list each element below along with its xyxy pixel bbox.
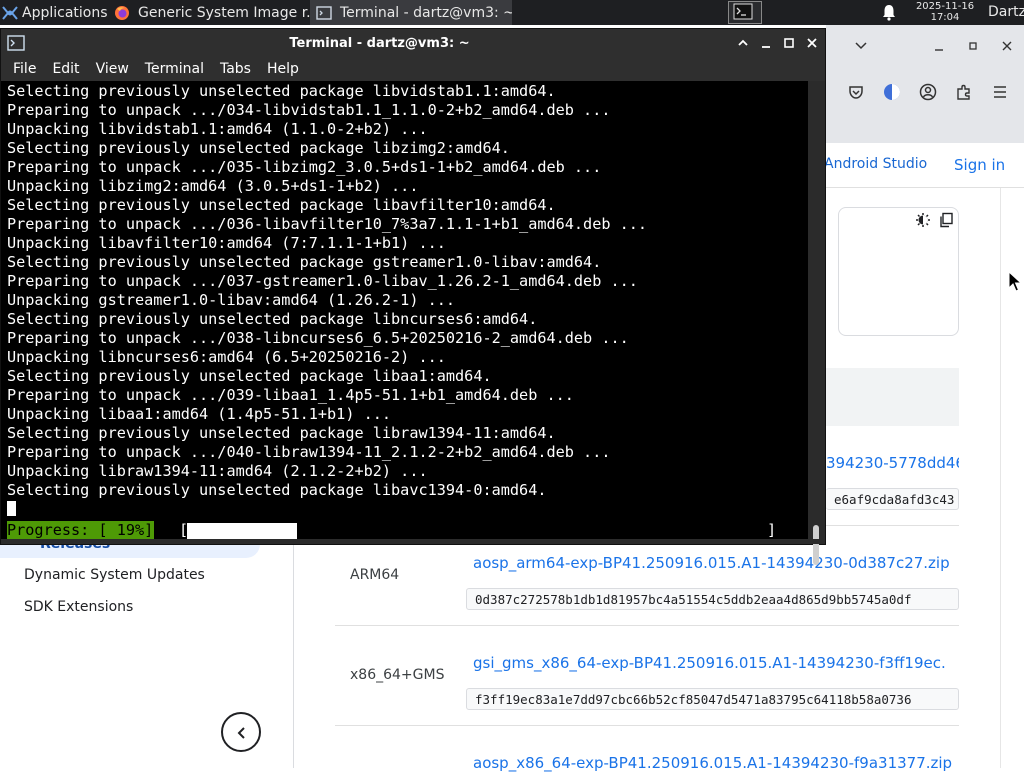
- terminal-window-border: [1, 539, 825, 544]
- scrollbar-thumb[interactable]: [813, 525, 819, 565]
- code-snippet-box: [838, 207, 959, 336]
- terminal-window: Terminal - dartz@vm3: ~ File Edit View T…: [0, 28, 826, 565]
- terminal-line: Unpacking gstreamer1.0-libav:amd64 (1.26…: [7, 291, 456, 309]
- taskbar-item-label: Terminal - dartz@vm3: ~: [340, 4, 512, 21]
- maximize-icon[interactable]: [966, 39, 980, 53]
- terminal-launcher-icon: [733, 3, 753, 20]
- extension-badge-icon[interactable]: [883, 83, 901, 101]
- mouse-pointer-icon: [1008, 271, 1022, 292]
- terminal-menubar: File Edit View Terminal Tabs Help: [1, 57, 825, 81]
- terminal-line: Unpacking libvidstab1.1:amd64 (1.1.0-2+b…: [7, 120, 428, 138]
- applications-label: Applications: [22, 4, 108, 21]
- firefox-icon: [115, 5, 129, 20]
- extensions-puzzle-icon[interactable]: [955, 83, 973, 101]
- terminal-line: Selecting previously unselected package …: [7, 82, 556, 100]
- terminal-icon: [316, 5, 332, 20]
- download-link[interactable]: 394230-5778dd46: [826, 454, 959, 472]
- terminal-line: Unpacking libncurses6:amd64 (6.5+2025021…: [7, 348, 446, 366]
- download-link[interactable]: aosp_arm64-exp-BP41.250916.015.A1-143942…: [473, 554, 959, 572]
- copy-icon[interactable]: [938, 212, 954, 228]
- account-icon[interactable]: [919, 83, 937, 101]
- downloads-table-header: [826, 368, 959, 426]
- terminal-line: Selecting previously unselected package …: [7, 310, 538, 328]
- page-edge-divider: [1000, 188, 1001, 768]
- sidebar-item-sdk-extensions[interactable]: SDK Extensions: [24, 599, 133, 615]
- menu-file[interactable]: File: [5, 61, 44, 77]
- taskbar-item-browser[interactable]: Generic System Image r...: [108, 0, 312, 25]
- notification-bell-icon[interactable]: [881, 4, 897, 21]
- browser-chrome: [826, 25, 1024, 143]
- terminal-line: Unpacking libzimg2:amd64 (3.0.5+ds1-1+b2…: [7, 177, 419, 195]
- applications-menu[interactable]: Applications: [0, 0, 112, 25]
- collapse-sidebar-button[interactable]: [221, 712, 261, 752]
- terminal-line: Selecting previously unselected package …: [7, 253, 602, 271]
- minimize-icon[interactable]: [932, 39, 946, 53]
- close-icon[interactable]: [1000, 39, 1014, 53]
- pocket-icon[interactable]: [847, 83, 865, 101]
- progress-bar-fill: [187, 523, 297, 539]
- taskbar-item-label: Generic System Image r...: [138, 4, 312, 21]
- terminal-line: Selecting previously unselected package …: [7, 196, 556, 214]
- terminal-line: Unpacking libraw1394-11:amd64 (2.1.2-2+b…: [7, 462, 428, 480]
- menu-edit[interactable]: Edit: [44, 61, 87, 77]
- terminal-scrollbar[interactable]: [808, 81, 825, 565]
- terminal-line: Preparing to unpack .../036-libavfilter1…: [7, 215, 648, 233]
- download-link[interactable]: gsi_gms_x86_64-exp-BP41.250916.015.A1-14…: [473, 654, 959, 672]
- menu-view[interactable]: View: [88, 61, 137, 77]
- terminal-line: Preparing to unpack .../040-libraw1394-1…: [7, 443, 611, 461]
- terminal-line: Preparing to unpack .../037-gstreamer1.0…: [7, 272, 638, 290]
- progress-bracket-close: ]: [767, 521, 777, 539]
- tab-list-chevron-icon[interactable]: [854, 39, 868, 53]
- terminal-title: Terminal - dartz@vm3: ~: [289, 36, 470, 51]
- terminal-line: Preparing to unpack .../035-libzimg2_3.0…: [7, 158, 602, 176]
- terminal-line: Unpacking libaa1:amd64 (1.4p5-51.1+b1) .…: [7, 405, 392, 423]
- row-label-x86-64-gms: x86_64+GMS: [350, 667, 445, 683]
- panel-user-menu[interactable]: Dartz: [988, 4, 1024, 20]
- taskbar-item-terminal[interactable]: Terminal - dartz@vm3: ~: [310, 0, 512, 25]
- close-icon[interactable]: [806, 37, 818, 49]
- header-divider: [826, 187, 1024, 188]
- theme-toggle-icon[interactable]: [915, 212, 931, 228]
- shade-window-icon[interactable]: [737, 37, 749, 49]
- checksum-field[interactable]: 0d387c272578b1db1d81957bc4a51554c5ddb2ea…: [466, 588, 959, 610]
- menu-terminal[interactable]: Terminal: [137, 61, 212, 77]
- row-label-arm64: ARM64: [350, 567, 400, 583]
- progress-label: Progress: [ 19%]: [7, 521, 155, 539]
- row-divider: [335, 625, 959, 626]
- terminal-cursor: [7, 501, 16, 516]
- checksum-field[interactable]: e6af9cda8afd3c43: [826, 488, 959, 510]
- terminal-line: Preparing to unpack .../034-libvidstab1.…: [7, 101, 611, 119]
- hamburger-menu-icon[interactable]: [991, 83, 1009, 101]
- terminal-line: Selecting previously unselected package …: [7, 424, 556, 442]
- download-link[interactable]: aosp_x86_64-exp-BP41.250916.015.A1-14394…: [473, 754, 959, 772]
- menu-tabs[interactable]: Tabs: [212, 61, 259, 77]
- checksum-field[interactable]: f3ff19ec83a1e7dd97cbc66b52cf85047d5471a8…: [466, 688, 959, 710]
- browser-toolbar: [826, 83, 1024, 107]
- terminal-titlebar[interactable]: Terminal - dartz@vm3: ~: [1, 29, 825, 57]
- minimize-icon[interactable]: [760, 37, 772, 49]
- sign-in-link[interactable]: Sign in: [954, 156, 1005, 174]
- nav-android-studio-link[interactable]: Android Studio: [824, 156, 927, 172]
- terminal-launcher-button[interactable]: [728, 1, 762, 24]
- clock-date: 2025-11-16: [915, 1, 975, 12]
- terminal-line: Selecting previously unselected package …: [7, 481, 547, 499]
- maximize-icon[interactable]: [783, 37, 795, 49]
- row-divider: [335, 725, 959, 726]
- terminal-line: Preparing to unpack .../039-libaa1_1.4p5…: [7, 386, 574, 404]
- menu-help[interactable]: Help: [259, 61, 307, 77]
- terminal-line: Selecting previously unselected package …: [7, 367, 492, 385]
- terminal-line: Preparing to unpack .../038-libncurses6_…: [7, 329, 629, 347]
- terminal-line: Unpacking libavfilter10:amd64 (7:7.1.1-1…: [7, 234, 446, 252]
- panel-clock[interactable]: 2025-11-16 17:04: [905, 1, 985, 23]
- applications-icon: [2, 5, 18, 20]
- terminal-line: Selecting previously unselected package …: [7, 139, 510, 157]
- top-panel: Applications Generic System Image r... T…: [0, 0, 1024, 25]
- terminal-output[interactable]: Selecting previously unselected package …: [1, 81, 808, 539]
- sidebar-item-dynamic-system-updates[interactable]: Dynamic System Updates: [24, 567, 205, 583]
- chevron-left-icon: [237, 727, 245, 739]
- clock-time: 17:04: [930, 12, 960, 23]
